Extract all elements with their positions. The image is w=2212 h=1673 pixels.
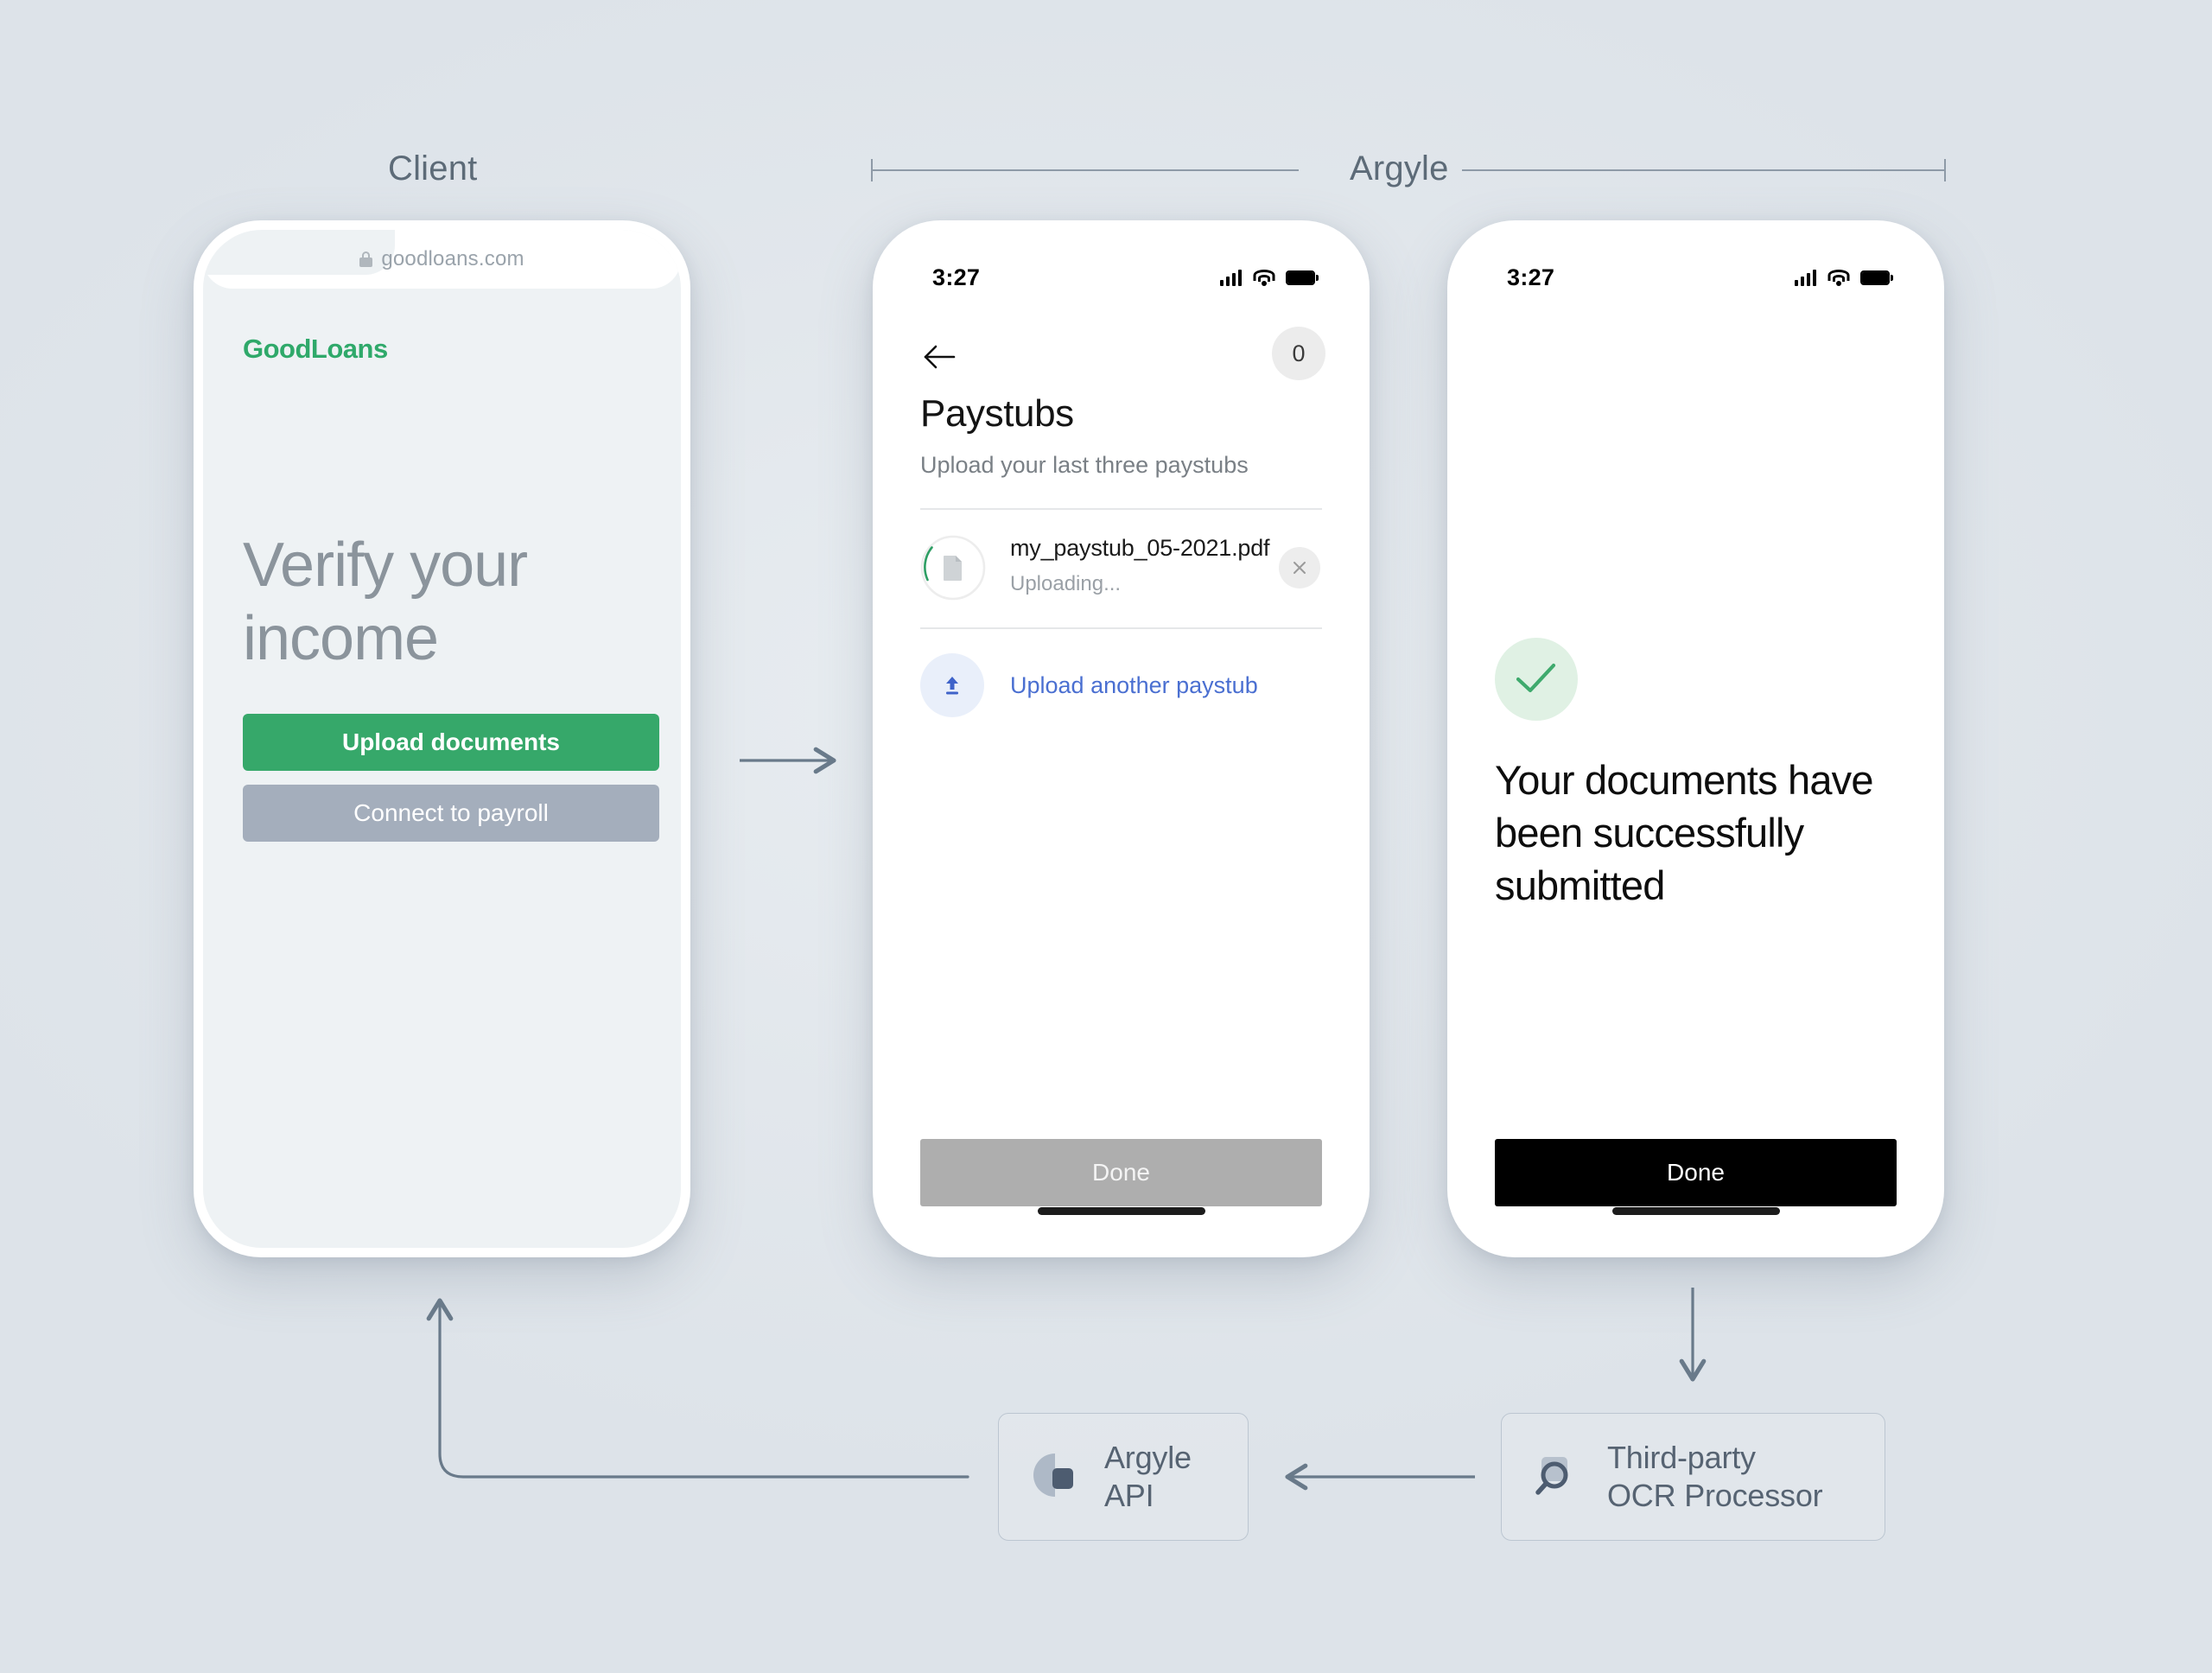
status-bar-icons xyxy=(1219,269,1319,286)
argyle-api-line2: API xyxy=(1104,1478,1154,1513)
ocr-line2: OCR Processor xyxy=(1607,1478,1823,1513)
battery-icon xyxy=(1860,270,1893,285)
screen-subtitle: Upload your last three paystubs xyxy=(920,452,1249,478)
page-title: Verify your income xyxy=(243,531,528,673)
connect-to-payroll-button[interactable]: Connect to payroll xyxy=(243,785,659,842)
upload-icon xyxy=(920,653,984,717)
upload-documents-button[interactable]: Upload documents xyxy=(243,714,659,771)
check-circle-icon xyxy=(1495,638,1578,721)
upload-counter-badge[interactable]: 0 xyxy=(1272,327,1325,380)
argyle-logo-icon xyxy=(1028,1448,1082,1506)
goodloans-logo: GoodLoans xyxy=(243,334,388,364)
uploaded-file-row: my_paystub_05-2021.pdf Uploading... xyxy=(920,528,1322,611)
arrow-argyle-api-to-phone1 xyxy=(426,1298,969,1479)
phone-argyle-success: 3:27 Your documents have been successful… xyxy=(1447,220,1944,1257)
close-icon[interactable] xyxy=(1279,547,1320,588)
client-section-label: Client xyxy=(388,149,478,188)
arrow-left-icon[interactable] xyxy=(922,342,957,372)
argyle-api-node[interactable]: Argyle API xyxy=(998,1413,1249,1541)
lock-icon xyxy=(359,251,373,267)
status-bar-time: 3:27 xyxy=(932,264,981,290)
argyle-bracket-left xyxy=(871,159,1299,181)
home-indicator xyxy=(1611,1207,1780,1215)
diagram-canvas: Client Argyle goodloans.com GoodLoans Ve… xyxy=(0,0,2212,1673)
wifi-icon xyxy=(1253,269,1274,286)
url-label: goodloans.com xyxy=(381,247,524,270)
status-bar: 3:27 xyxy=(882,230,1360,304)
argyle-section-label: Argyle xyxy=(1350,149,1449,188)
phone-argyle-paystubs: 3:27 0 Paystubs Upload your last three p… xyxy=(873,220,1370,1257)
phone3-screen: 3:27 Your documents have been successful… xyxy=(1457,230,1935,1248)
upload-another-paystub-button[interactable]: Upload another paystub xyxy=(920,653,1258,717)
screen-title: Paystubs xyxy=(920,392,1074,435)
cellular-signal-icon xyxy=(1794,269,1816,286)
phone1-screen: goodloans.com GoodLoans Verify your inco… xyxy=(203,230,681,1248)
success-message: Your documents have been successfully su… xyxy=(1495,757,1874,909)
cellular-signal-icon xyxy=(1219,269,1242,286)
done-button[interactable]: Done xyxy=(1495,1139,1897,1206)
magnifier-document-icon xyxy=(1531,1448,1585,1506)
phone-client-webview: goodloans.com GoodLoans Verify your inco… xyxy=(194,220,690,1257)
ocr-processor-label: Third-party OCR Processor xyxy=(1607,1439,1823,1515)
ocr-processor-node[interactable]: Third-party OCR Processor xyxy=(1501,1413,1885,1541)
battery-icon xyxy=(1286,270,1319,285)
wifi-icon xyxy=(1827,269,1849,286)
file-name: my_paystub_05-2021.pdf xyxy=(1010,535,1270,561)
file-status: Uploading... xyxy=(1010,572,1122,595)
phone2-screen: 3:27 0 Paystubs Upload your last three p… xyxy=(882,230,1360,1248)
argyle-api-line1: Argyle xyxy=(1104,1440,1192,1476)
browser-address-bar: goodloans.com xyxy=(203,230,681,289)
status-bar-icons xyxy=(1794,269,1893,286)
divider-top xyxy=(920,508,1322,510)
divider-bottom xyxy=(920,627,1322,629)
status-bar-time: 3:27 xyxy=(1507,264,1555,290)
ocr-line1: Third-party xyxy=(1607,1440,1756,1476)
status-bar: 3:27 xyxy=(1457,230,1935,304)
done-button-disabled[interactable]: Done xyxy=(920,1139,1322,1206)
document-progress-icon xyxy=(920,535,986,601)
argyle-bracket-right xyxy=(1462,159,1946,181)
argyle-api-label: Argyle API xyxy=(1104,1439,1192,1515)
home-indicator xyxy=(1037,1207,1205,1215)
browser-url-text[interactable]: goodloans.com xyxy=(203,247,681,271)
upload-another-paystub-label: Upload another paystub xyxy=(1010,671,1258,698)
